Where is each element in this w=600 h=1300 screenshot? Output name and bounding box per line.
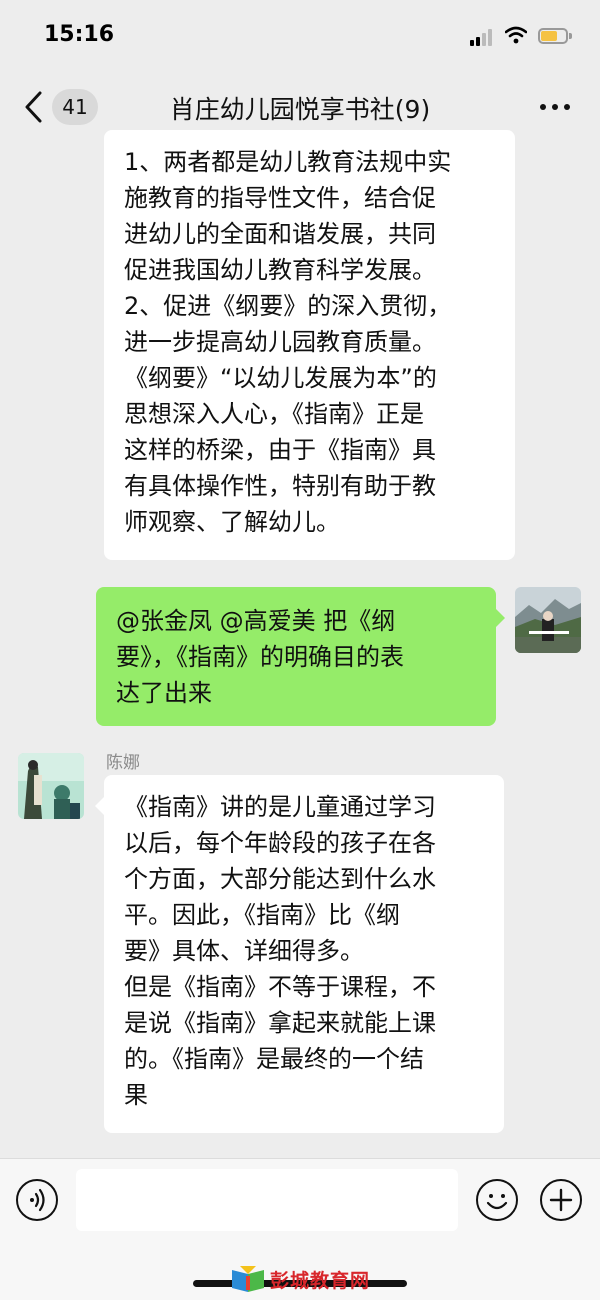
message-line: 促进我国幼儿教育科学发展。 [124,256,436,284]
message-line: 平。因此，《指南》比《纲 [124,901,400,929]
message-line: 要》具体、详细得多。 [124,937,364,965]
plus-icon[interactable] [540,1179,582,1221]
message-line: 进一步提高幼儿园教育质量。 [124,328,436,356]
avatar-other[interactable] [18,753,84,819]
voice-icon[interactable] [16,1179,58,1221]
message-line: 思想深入人心，《指南》正是 [124,400,424,428]
message-line: 的。《指南》是最终的一个结 [124,1045,424,1073]
bubble-tail [496,609,505,627]
watermark-logo-icon [232,1266,264,1292]
status-time: 15:16 [44,22,115,47]
site-watermark: 彭城教育网 [228,1264,384,1294]
bubble-tail [95,797,104,815]
message-line: 进幼儿的全面和谐发展，共同 [124,220,436,248]
message-line: 要》，《指南》的明确目的表 [116,643,404,671]
message-line: 《指南》讲的是儿童通过学习 [124,793,436,821]
signal-icon [470,28,498,46]
message-bubble-self[interactable]: @张金凤 @高爱美 把《纲 要》，《指南》的明确目的表 达了出来 [96,587,505,726]
message-bubble[interactable]: 《指南》讲的是儿童通过学习 以后，每个年龄段的孩子在各 个方面，大部分能达到什么… [95,775,504,1133]
status-bar: 15:16 [0,0,600,72]
watermark-text: 彭城教育网 [270,1270,371,1292]
emoji-icon[interactable] [476,1179,518,1221]
message-line: 是说《指南》拿起来就能上课 [124,1009,436,1037]
message-line: @张金凤 @高爱美 把《纲 [116,607,396,635]
message-input[interactable] [76,1169,458,1231]
unread-count-badge[interactable]: 41 [52,89,98,125]
sender-name: 陈娜 [106,753,140,773]
message-line: 但是《指南》不等于课程，不 [124,973,436,1001]
battery-icon [538,28,572,46]
message-bubble[interactable]: 1、两者都是幼儿教育法规中实 施教育的指导性文件，结合促 进幼儿的全面和谐发展，… [104,130,515,560]
message-line: 《纲要》“以幼儿发展为本”的 [124,364,437,392]
message-line: 这样的桥梁，由于《指南》具 [124,436,436,464]
avatar-self[interactable] [515,587,581,653]
message-line: 达了出来 [116,679,212,707]
message-line: 果 [124,1081,148,1109]
chat-title: 肖庄幼儿园悦享书社(9) [169,95,431,124]
more-icon[interactable] [540,104,570,112]
message-line: 以后，每个年龄段的孩子在各 [124,829,436,857]
wifi-icon [505,26,527,44]
message-line: 个方面，大部分能达到什么水 [124,865,436,893]
message-line: 1、两者都是幼儿教育法规中实 [124,148,452,176]
message-line: 2、促进《纲要》的深入贯彻， [124,292,452,320]
message-line: 有具体操作性，特别有助于教 [124,472,436,500]
back-icon[interactable] [22,90,44,124]
message-line: 师观察、了解幼儿。 [124,508,340,536]
message-line: 施教育的指导性文件，结合促 [124,184,436,212]
